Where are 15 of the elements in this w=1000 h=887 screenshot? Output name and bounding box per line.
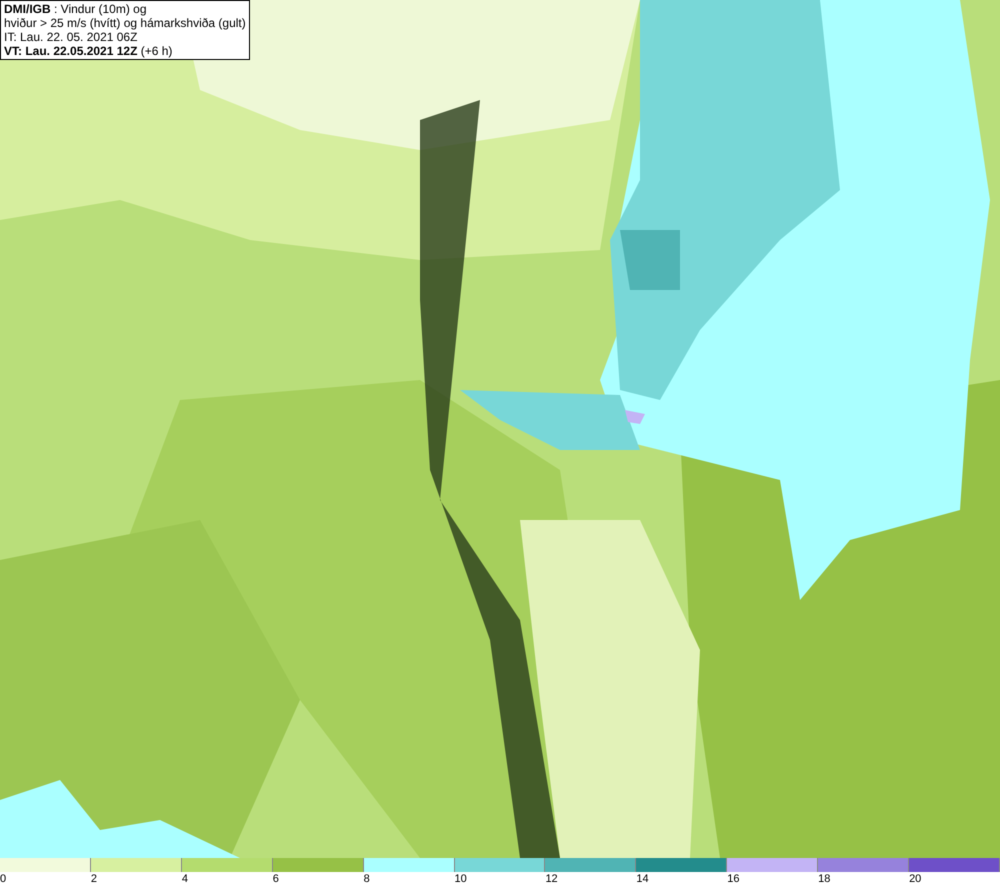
legend-label: 16 <box>727 872 740 887</box>
legend-label: 20 <box>909 872 922 887</box>
legend-label: 0 <box>0 872 6 887</box>
legend-label: 2 <box>90 872 98 887</box>
legend-label: 4 <box>182 872 188 887</box>
legend-label: 14 <box>636 872 649 887</box>
legend-label: 8 <box>364 872 370 887</box>
title-text: IT: Lau. 22. 05. 2021 06Z <box>4 30 138 44</box>
legend-label: 10 <box>454 872 467 887</box>
title-text: VT: Lau. 22.05.2021 12Z (+6 h) <box>4 44 174 58</box>
title-text: hviður > 25 m/s (hvítt) og hámarkshviða (gult) <box>4 16 246 30</box>
legend-label: 18 <box>818 872 830 887</box>
title-text: DMI/IGB : Vindur (10m) og <box>4 2 148 16</box>
legend-label: 12 <box>545 872 558 887</box>
legend-label: 6 <box>272 872 279 887</box>
